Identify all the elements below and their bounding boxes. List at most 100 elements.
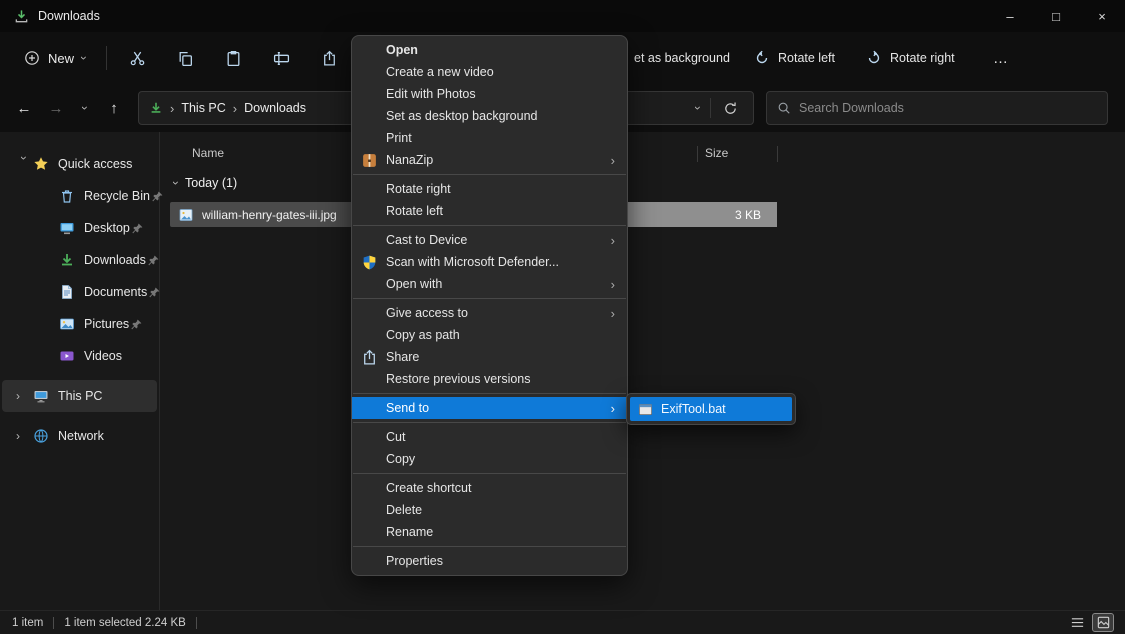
menu-item-label: Edit with Photos [386,87,476,101]
column-header-name[interactable]: Name [192,146,224,160]
menu-item-share[interactable]: Share [352,346,627,368]
set-as-background-label: et as background [634,51,730,65]
menu-item-label: Print [386,131,412,145]
menu-item-copy[interactable]: Copy [352,448,627,470]
forward-button[interactable] [40,92,72,124]
menu-item-label: Give access to [386,306,468,320]
menu-item-label: Properties [386,554,443,568]
up-button[interactable] [98,92,130,124]
chevron-down-icon[interactable] [17,156,31,172]
refresh-button[interactable] [717,95,743,121]
chevron-right-icon[interactable] [16,389,32,403]
menu-item-delete[interactable]: Delete [352,499,627,521]
menu-item-open-with[interactable]: Open with [352,273,627,295]
recent-locations-chevron[interactable] [69,95,101,121]
submenu-item-exiftool-bat[interactable]: ExifTool.bat [630,397,792,421]
file-size-cell: 3 KB [627,202,777,227]
share-icon [321,50,338,67]
menu-item-rotate-left[interactable]: Rotate left [352,200,627,222]
pin-icon [130,318,143,331]
sidebar-item-documents[interactable]: Documents [2,276,157,308]
column-header-size[interactable]: Size [705,146,728,160]
submenu-arrow-icon [611,277,615,292]
menu-item-cast-to-device[interactable]: Cast to Device [352,229,627,251]
view-toggle-group [1067,614,1113,631]
breadcrumb-item-this-pc[interactable]: This PC [181,101,225,115]
menu-item-create-a-new-video[interactable]: Create a new video [352,61,627,83]
menu-item-label: Set as desktop background [386,109,538,123]
details-view-button[interactable] [1067,614,1087,631]
sidebar-item-quick-access[interactable]: Quick access [2,148,157,180]
submenu-arrow-icon [611,306,615,321]
rotate-right-button[interactable]: Rotate right [860,42,961,74]
menu-item-label: Send to [386,401,429,415]
column-divider[interactable] [697,146,698,162]
downloads-icon [59,252,75,268]
paste-button[interactable] [213,41,253,75]
breadcrumb-item-downloads[interactable]: Downloads [244,101,306,115]
paste-icon [225,50,242,67]
back-button[interactable] [8,92,40,124]
sidebar-item-network[interactable]: Network [2,420,157,452]
menu-item-label: Copy [386,452,415,466]
menu-item-copy-as-path[interactable]: Copy as path [352,324,627,346]
exiftool-icon [638,402,653,417]
window-title: Downloads [38,9,100,23]
menu-item-nanazip[interactable]: NanaZip [352,149,627,171]
sidebar-item-this-pc[interactable]: This PC [2,380,157,412]
menu-separator [353,473,626,474]
see-more-button[interactable]: … [983,42,1020,74]
sidebar-item-recycle-bin[interactable]: Recycle Bin [2,180,157,212]
window-maximize-button[interactable]: □ [1033,0,1079,32]
menu-item-scan-with-microsoft-defender[interactable]: Scan with Microsoft Defender... [352,251,627,273]
sidebar-item-label: Videos [84,349,122,363]
submenu-arrow-icon [611,401,615,416]
menu-item-cut[interactable]: Cut [352,426,627,448]
menu-item-restore-previous-versions[interactable]: Restore previous versions [352,368,627,390]
column-divider[interactable] [777,146,778,162]
window-close-button[interactable]: × [1079,0,1125,32]
menu-item-send-to[interactable]: Send to [352,397,627,419]
videos-icon [59,348,75,364]
menu-item-print[interactable]: Print [352,127,627,149]
sidebar-item-downloads[interactable]: Downloads [2,244,157,276]
sidebar-item-desktop[interactable]: Desktop [2,212,157,244]
menu-item-rotate-right[interactable]: Rotate right [352,178,627,200]
menu-item-open[interactable]: Open [352,39,627,61]
thumbnails-view-button[interactable] [1093,614,1113,631]
downloads-icon [149,101,163,115]
menu-item-create-shortcut[interactable]: Create shortcut [352,477,627,499]
set-as-background-button-partial[interactable]: et as background [628,42,736,74]
sidebar-item-pictures[interactable]: Pictures [2,308,157,340]
menu-item-edit-with-photos[interactable]: Edit with Photos [352,83,627,105]
copy-button[interactable] [165,41,205,75]
rotate-left-button[interactable]: Rotate left [748,42,841,74]
cut-button[interactable] [117,41,157,75]
search-input[interactable] [799,101,1097,115]
file-list-pane: Name Size Today (1) william-henry-gates-… [160,132,1125,610]
share-icon [361,349,378,366]
sidebar-item-videos[interactable]: Videos [2,340,157,372]
group-header-today[interactable]: Today (1) [160,170,1125,196]
sidebar-item-label: Documents [84,285,147,299]
chevron-right-icon[interactable] [16,429,32,443]
menu-item-label: Cut [386,430,405,444]
menu-separator [353,298,626,299]
rotate-right-icon [866,50,882,66]
new-button[interactable]: New [14,43,96,73]
menu-item-label: Restore previous versions [386,372,531,386]
menu-item-rename[interactable]: Rename [352,521,627,543]
menu-item-set-as-desktop-background[interactable]: Set as desktop background [352,105,627,127]
menu-item-properties[interactable]: Properties [352,550,627,572]
menu-item-label: Share [386,350,419,364]
sidebar-item-label: Network [58,429,104,443]
search-box[interactable] [766,91,1108,125]
window-minimize-button[interactable]: – [987,0,1033,32]
rotate-left-label: Rotate left [778,51,835,65]
recycle-bin-icon [59,188,75,204]
menu-item-give-access-to[interactable]: Give access to [352,302,627,324]
address-dropdown-chevron-icon[interactable] [691,106,705,110]
sidebar-item-label: This PC [58,389,102,403]
share-button[interactable] [309,41,349,75]
rename-button[interactable] [261,41,301,75]
